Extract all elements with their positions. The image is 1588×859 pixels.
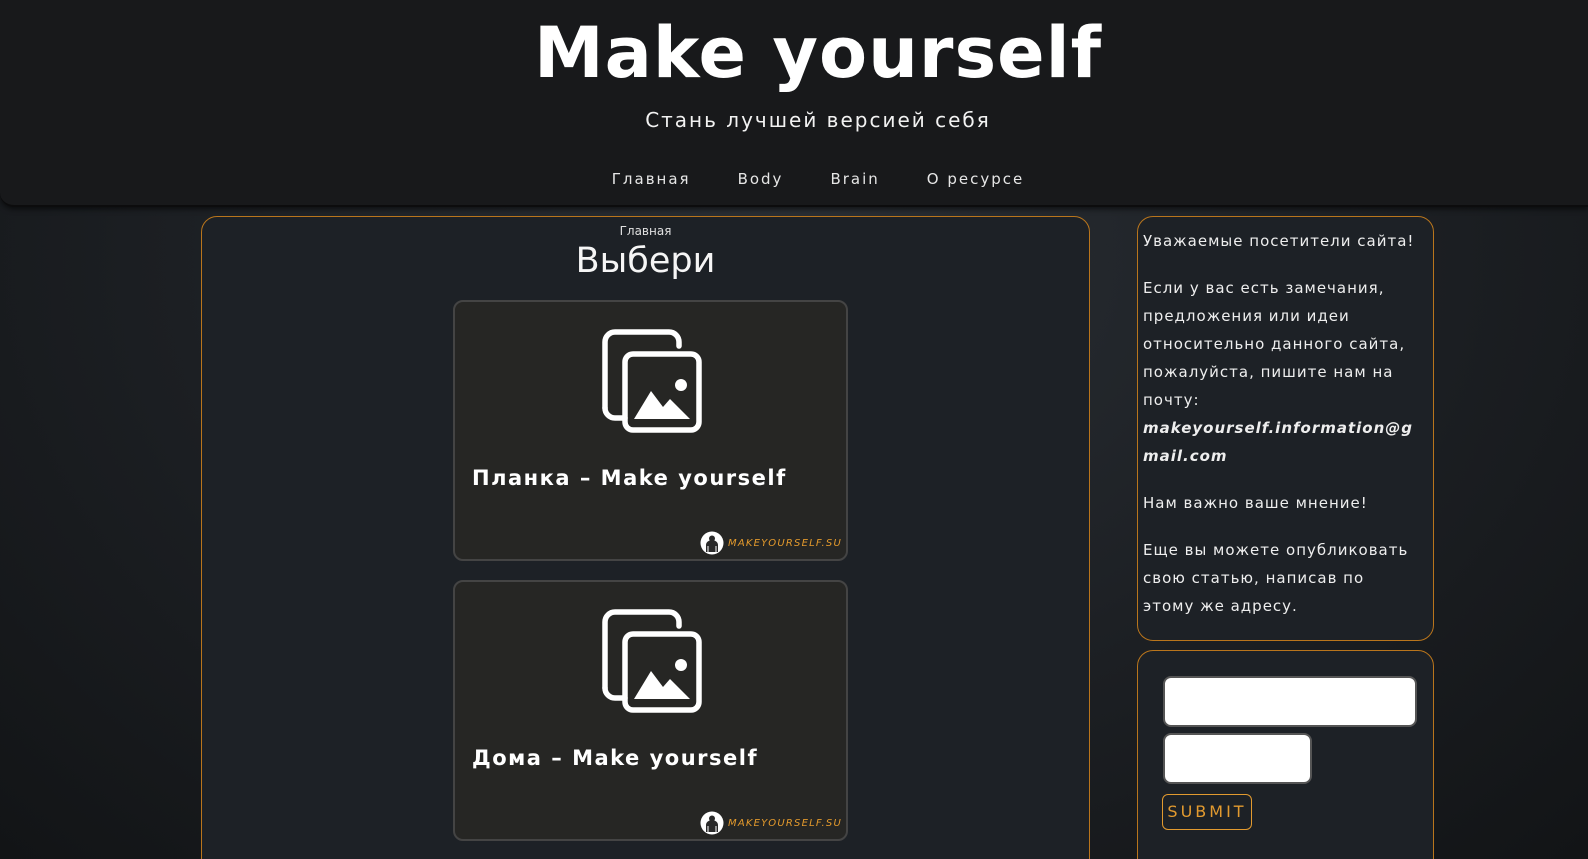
card-brand: MAKEYOURSELF.SU [700,531,842,555]
contact-email[interactable]: makeyourself.information@gmail.com [1143,414,1419,470]
form-input-secondary[interactable] [1163,733,1312,784]
form-input-primary[interactable] [1163,676,1417,727]
sidebar-publish: Еще вы можете опубликовать свою статью, … [1143,541,1409,615]
breadcrumb[interactable]: Главная [202,224,1089,238]
nav-item-home[interactable]: Главная [612,170,691,188]
brand-text: MAKEYOURSELF.SU [728,817,842,829]
card-title[interactable]: Планка – Make yourself [472,466,787,490]
brand-logo-icon [700,531,724,555]
nav-item-brain[interactable]: Brain [830,170,879,188]
sidebar-importance: Нам важно ваше мнение! [1143,494,1368,512]
brand-logo-icon [700,811,724,835]
site-title[interactable]: Make yourself [0,12,1588,94]
article-card[interactable]: Дома – Make yourself MAKEYOURSELF.SU [453,580,848,841]
nav-item-body[interactable]: Body [738,170,784,188]
page-title: Выбери [575,241,716,281]
image-gallery-icon [602,329,702,433]
image-gallery-icon [602,609,702,713]
sidebar-greeting: Уважаемые посетители сайта! [1143,232,1415,250]
main-nav: Главная Body Brain О ресурсе [0,170,1588,188]
article-card[interactable]: Планка – Make yourself MAKEYOURSELF.SU [453,300,848,561]
submit-button[interactable]: SUBMIT [1162,794,1252,830]
site-header: Make yourself Стань лучшей версией себя … [0,0,1588,207]
brand-text: MAKEYOURSELF.SU [728,537,842,549]
subscribe-form: SUBMIT [1137,650,1434,859]
main-content-panel: Главная Выбери Планка – Make yourself MA… [201,216,1090,859]
sidebar-message: Если у вас есть замечания, предложения и… [1143,279,1406,409]
card-title[interactable]: Дома – Make yourself [472,746,758,770]
site-tagline: Стань лучшей версией себя [645,108,991,132]
card-brand: MAKEYOURSELF.SU [700,811,842,835]
nav-item-about[interactable]: О ресурсе [927,170,1024,188]
sidebar-info-panel: Уважаемые посетители сайта! Если у вас е… [1137,216,1434,641]
